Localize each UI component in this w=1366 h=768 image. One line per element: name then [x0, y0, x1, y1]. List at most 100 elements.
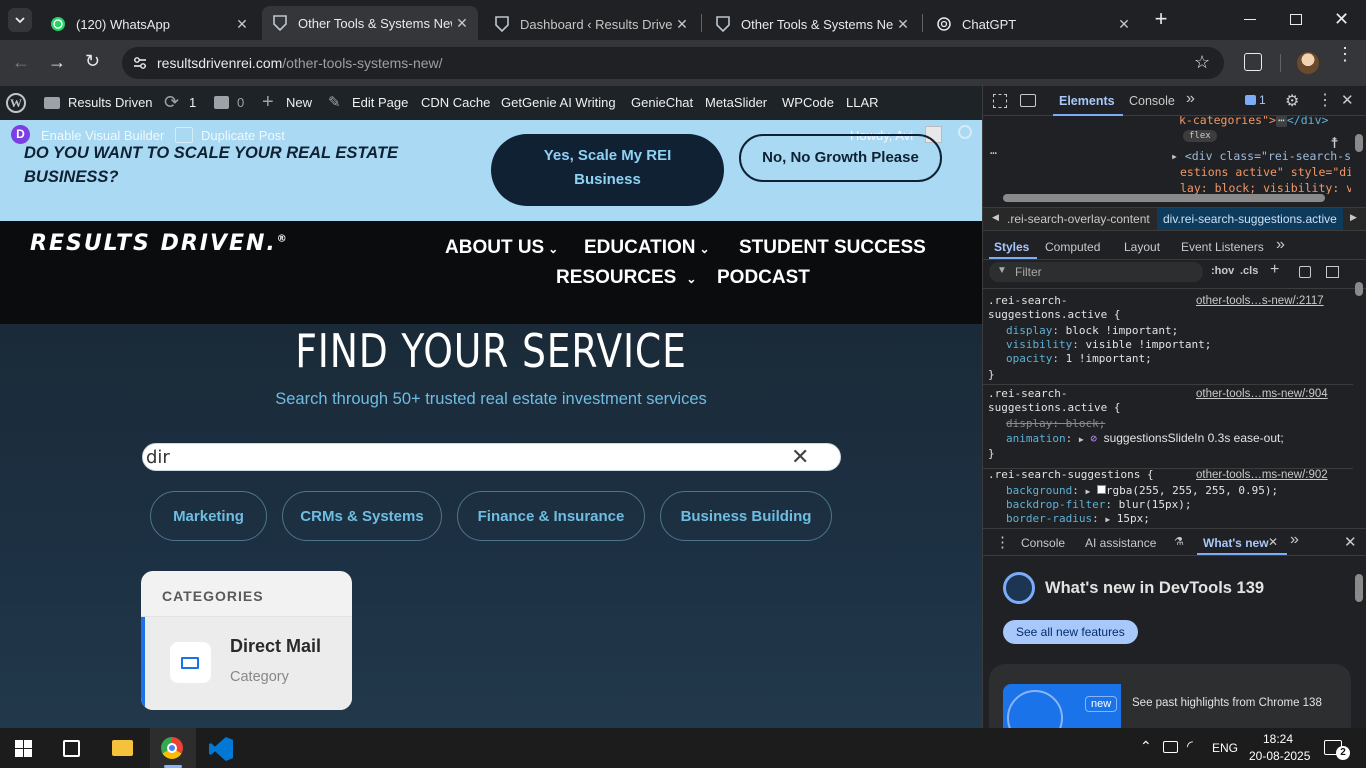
close-whats-new-icon[interactable]: ✕: [1268, 535, 1278, 549]
window-close-icon[interactable]: ✕: [1334, 9, 1349, 30]
profile-avatar[interactable]: [1297, 52, 1319, 74]
css-value[interactable]: suggestionsSlideIn 0.3s ease-out;: [1104, 431, 1284, 445]
vscode-icon[interactable]: [209, 737, 233, 761]
animation-icon[interactable]: ⊘: [1090, 432, 1097, 445]
expand-icon[interactable]: ▶: [1105, 515, 1110, 524]
close-tab-icon[interactable]: ✕: [1114, 16, 1134, 33]
wp-metaslider-link[interactable]: MetaSlider: [705, 95, 767, 110]
event-listeners-tab[interactable]: Event Listeners: [1181, 240, 1264, 254]
drawer-menu-icon[interactable]: ⋮: [995, 533, 1010, 551]
drawer-scrollbar[interactable]: [1355, 574, 1363, 602]
close-tab-icon[interactable]: ✕: [672, 16, 692, 33]
css-value[interactable]: 15px;: [1117, 512, 1150, 524]
windows-start-icon[interactable]: [15, 740, 32, 757]
wifi-icon[interactable]: ◜: [1187, 737, 1193, 755]
close-tab-icon[interactable]: ✕: [893, 16, 913, 33]
cls-toggle[interactable]: .cls: [1240, 265, 1258, 277]
computed-styles-icon[interactable]: [1299, 266, 1311, 278]
computed-tab[interactable]: Computed: [1045, 240, 1100, 254]
breadcrumb-right-icon[interactable]: ▶: [1350, 212, 1357, 223]
issues-icon[interactable]: [1245, 95, 1256, 105]
file-explorer-icon[interactable]: [112, 740, 133, 756]
dom-selected-node[interactable]: ▸ <div class="rei-search-sug estions act…: [1171, 148, 1351, 194]
devtools-close-icon[interactable]: ✕: [1341, 91, 1354, 109]
styles-tab[interactable]: Styles: [994, 240, 1029, 254]
breadcrumb-item[interactable]: .rei-search-overlay-content: [1007, 212, 1150, 226]
filter-business-building[interactable]: Business Building: [660, 491, 832, 541]
breadcrumb-item-selected[interactable]: div.rei-search-suggestions.active: [1157, 208, 1343, 230]
styles-scrollbar[interactable]: [1355, 282, 1363, 296]
devtools-tab-console[interactable]: Console: [1129, 94, 1175, 108]
wp-site-name[interactable]: Results Driven: [68, 95, 153, 110]
color-swatch-icon[interactable]: [1096, 485, 1106, 494]
css-value[interactable]: 1 !important;: [1066, 352, 1152, 365]
css-prop[interactable]: opacity: [1006, 352, 1052, 365]
wp-llar-link[interactable]: LLAR: [846, 95, 879, 110]
css-prop-overridden[interactable]: display: [1006, 417, 1052, 430]
css-prop[interactable]: backdrop-filter: [1006, 498, 1105, 511]
device-toolbar-icon[interactable]: [1020, 94, 1036, 107]
devtools-tab-elements[interactable]: Elements: [1059, 94, 1115, 108]
breadcrumb-left-icon[interactable]: ◀: [992, 212, 999, 223]
past-highlights-card[interactable]: new See past highlights from Chrome 138: [989, 664, 1351, 728]
expand-icon[interactable]: ▶: [1079, 435, 1084, 444]
nav-item-about-us[interactable]: ABOUT US ⌄: [445, 237, 558, 259]
style-rule[interactable]: .rei-search- other-tools…ms-new/:904 sug…: [983, 387, 1353, 467]
browser-menu-icon[interactable]: ⋮: [1336, 45, 1354, 63]
suggestion-item-direct-mail[interactable]: Direct Mail Category: [141, 617, 352, 710]
nav-item-student-success[interactable]: STUDENT SUCCESS: [739, 237, 926, 259]
show-hidden-icons[interactable]: ⌃: [1140, 738, 1152, 755]
rule-source-link[interactable]: other-tools…ms-new/:904: [1196, 387, 1328, 401]
clock-time[interactable]: 18:24: [1263, 732, 1293, 746]
new-tab-button[interactable]: +: [1150, 8, 1172, 32]
css-value[interactable]: rgba(255, 255, 255, 0.95);: [1106, 484, 1278, 497]
dom-tree-vscrollbar[interactable]: [1355, 134, 1363, 152]
css-value[interactable]: blur(15px);: [1119, 498, 1192, 511]
css-prop[interactable]: animation: [1006, 432, 1066, 445]
admin-search-icon[interactable]: [958, 125, 972, 139]
wp-edit-page-link[interactable]: Edit Page: [352, 95, 408, 110]
meet-now-icon[interactable]: [1163, 741, 1178, 753]
accessibility-icon[interactable]: ☨: [1330, 134, 1339, 152]
language-indicator[interactable]: ENG: [1212, 741, 1238, 755]
dom-tree-hscrollbar[interactable]: [1003, 194, 1325, 202]
sidebar-toggle-icon[interactable]: [1326, 266, 1339, 278]
tab-dashboard[interactable]: Dashboard ‹ Results Driven — ✕: [484, 8, 698, 40]
tab-other-tools-active[interactable]: Other Tools & Systems New ✕: [262, 6, 478, 40]
site-logo[interactable]: RESULTS DRIVEN.®: [30, 231, 289, 256]
minimize-icon[interactable]: [1244, 19, 1256, 20]
more-style-tabs-icon[interactable]: »: [1276, 236, 1285, 254]
chrome-taskbar-button[interactable]: [150, 728, 196, 768]
nav-item-education[interactable]: EDUCATION ⌄: [584, 237, 710, 259]
close-drawer-icon[interactable]: ✕: [1344, 533, 1357, 551]
drawer-tab-ai-assistance[interactable]: AI assistance: [1085, 536, 1156, 550]
wp-new-link[interactable]: New: [286, 95, 312, 110]
rule-source-link[interactable]: other-tools…ms-new/:902: [1196, 468, 1328, 482]
comments-count[interactable]: 0: [237, 95, 244, 110]
restore-icon[interactable]: [1290, 14, 1302, 25]
bookmark-star-icon[interactable]: ☆: [1194, 52, 1210, 73]
css-prop[interactable]: border-radius: [1006, 512, 1092, 524]
wp-cdn-cache-link[interactable]: CDN Cache: [421, 95, 490, 110]
css-value[interactable]: block !important;: [1066, 324, 1179, 337]
flex-badge[interactable]: flex: [1183, 130, 1217, 142]
nav-item-podcast[interactable]: PODCAST: [717, 267, 810, 289]
close-tab-icon[interactable]: ✕: [232, 16, 252, 33]
no-growth-button[interactable]: No, No Growth Please: [739, 134, 942, 182]
style-rule[interactable]: .rei-search- other-tools…s-new/:2117 sug…: [983, 294, 1353, 382]
nav-item-resources[interactable]: RESOURCES ⌄: [556, 267, 696, 289]
tab-chatgpt[interactable]: ChatGPT ✕: [926, 8, 1140, 40]
tab-other-tools-2[interactable]: Other Tools & Systems New ✕: [705, 8, 919, 40]
css-prop[interactable]: display: [1006, 324, 1052, 337]
hov-toggle[interactable]: :hov: [1211, 265, 1234, 277]
reload-icon[interactable]: ↻: [85, 51, 100, 72]
close-tab-icon[interactable]: ✕: [452, 15, 472, 32]
address-bar[interactable]: resultsdrivenrei.com/other-tools-systems…: [122, 47, 1224, 79]
dom-ellipsis[interactable]: ⋯: [1275, 116, 1287, 127]
see-all-features-button[interactable]: See all new features: [1003, 620, 1138, 644]
task-view-icon[interactable]: [63, 740, 80, 757]
inspect-element-icon[interactable]: [993, 94, 1007, 108]
tab-search-button[interactable]: [8, 8, 32, 32]
devtools-menu-icon[interactable]: ⋮: [1317, 90, 1333, 110]
css-value[interactable]: visible !important;: [1085, 338, 1211, 351]
